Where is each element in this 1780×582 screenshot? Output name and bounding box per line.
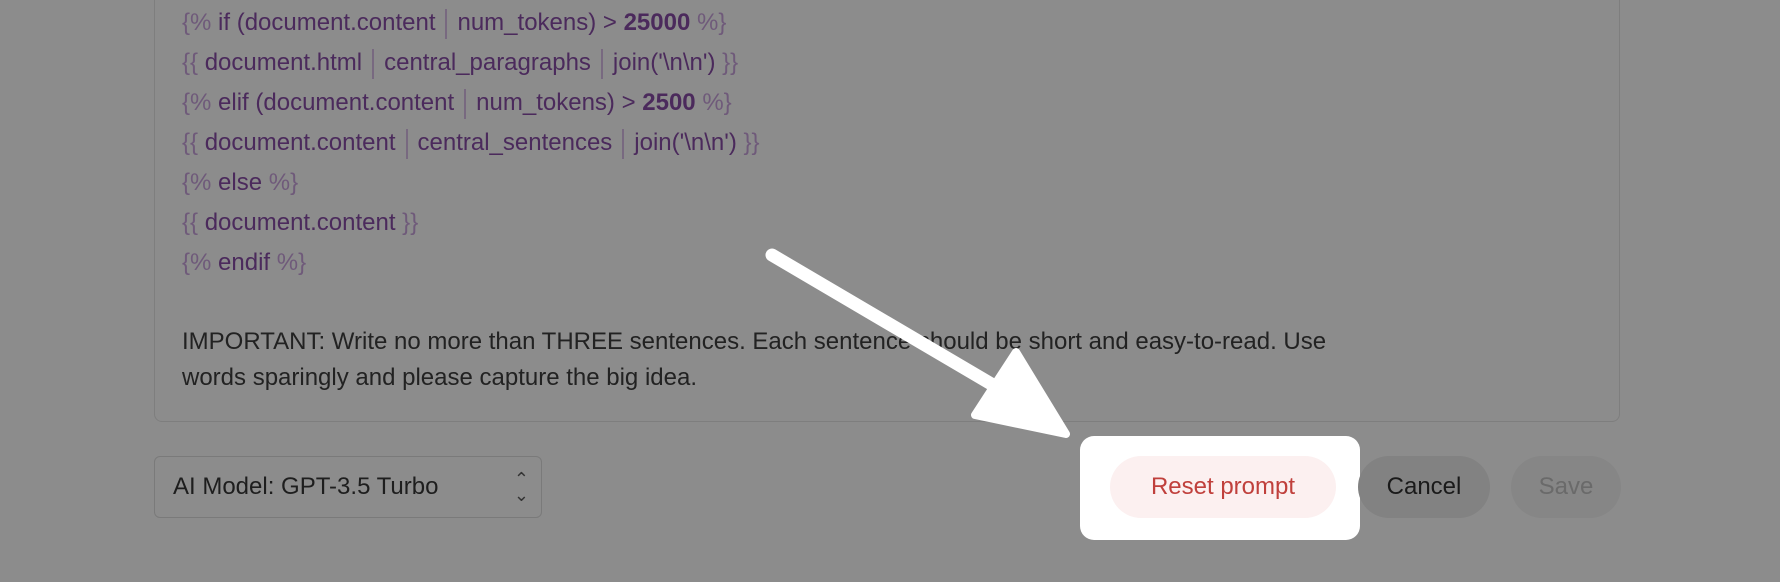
annotation-arrow-icon	[765, 248, 1070, 438]
